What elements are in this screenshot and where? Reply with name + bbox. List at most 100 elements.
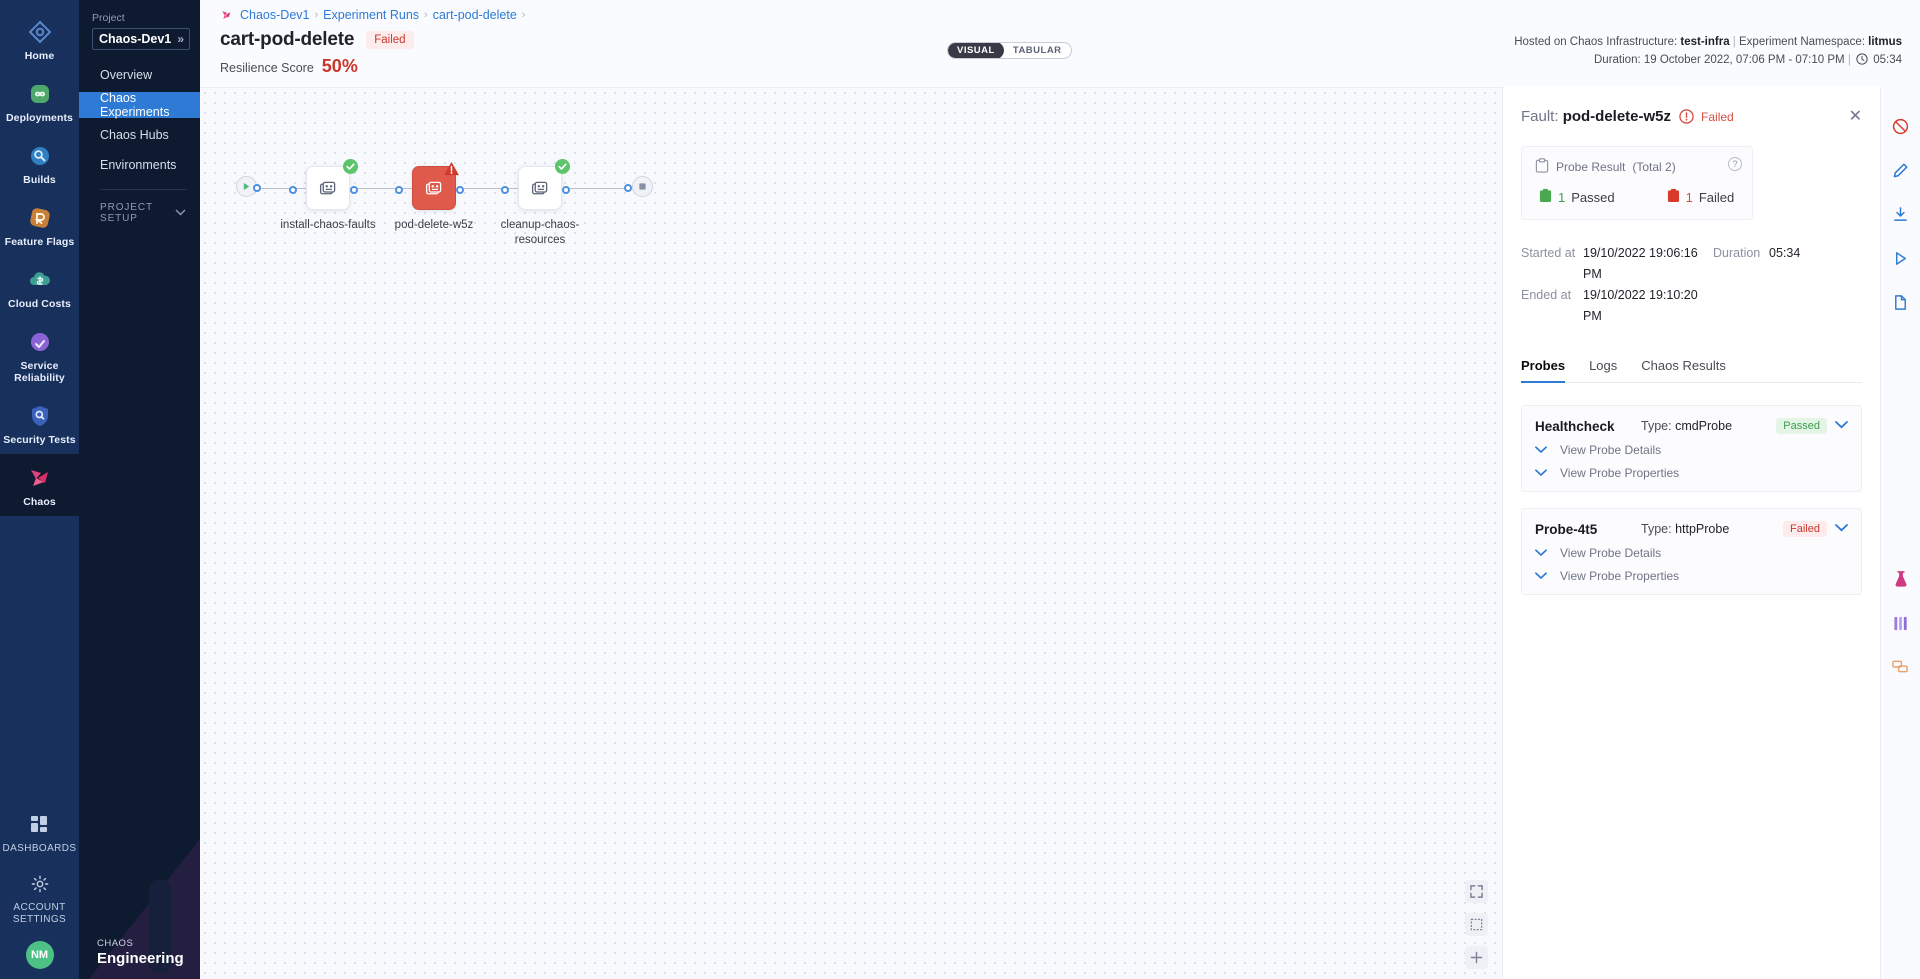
stop-experiment-icon[interactable] bbox=[1881, 104, 1920, 148]
node-install-chaos-faults[interactable]: install-chaos-faults bbox=[306, 166, 350, 210]
rail-item-cloud-costs[interactable]: Cloud Costs bbox=[0, 256, 79, 318]
chaos-probes-icon[interactable] bbox=[1881, 645, 1920, 689]
node-box[interactable] bbox=[518, 166, 562, 210]
rail-item-deployments[interactable]: Deployments bbox=[0, 70, 79, 132]
rail-label: Feature Flags bbox=[2, 236, 77, 248]
sidebar-item-label: Chaos Experiments bbox=[100, 91, 200, 119]
node-label: install-chaos-faults bbox=[278, 218, 378, 233]
probe-type-value: cmdProbe bbox=[1675, 419, 1732, 433]
chevron-down-icon[interactable] bbox=[1835, 523, 1848, 535]
toggle-tabular[interactable]: TABULAR bbox=[1004, 42, 1071, 59]
view-manifest-icon[interactable] bbox=[1881, 280, 1920, 324]
node-cleanup-chaos-resources[interactable]: cleanup-chaos-resources bbox=[518, 166, 562, 210]
sidebar-item-chaos-experiments[interactable]: Chaos Experiments bbox=[79, 92, 200, 118]
rail-item-feature-flags[interactable]: Feature Flags bbox=[0, 194, 79, 256]
rerun-experiment-icon[interactable] bbox=[1881, 236, 1920, 280]
fit-to-screen-button[interactable] bbox=[1465, 880, 1488, 903]
panel-status: Failed bbox=[1701, 110, 1734, 124]
probe-failed-stat: 1 Failed bbox=[1667, 188, 1735, 206]
rail-item-dashboards[interactable]: DASHBOARDS bbox=[0, 803, 79, 862]
sidebar-item-chaos-hubs[interactable]: Chaos Hubs bbox=[79, 122, 200, 148]
edge bbox=[570, 188, 628, 189]
rail-label: Cloud Costs bbox=[2, 298, 77, 310]
download-manifest-icon[interactable] bbox=[1881, 192, 1920, 236]
node-box[interactable] bbox=[306, 166, 350, 210]
view-probe-properties-link[interactable]: View Probe Properties bbox=[1535, 466, 1848, 480]
probe-result-card: Probe Result (Total 2) ? 1 Passed bbox=[1521, 146, 1753, 220]
rail-item-builds[interactable]: Builds bbox=[0, 132, 79, 194]
probe-result-total: (Total 2) bbox=[1632, 160, 1675, 174]
started-at-label: Started at bbox=[1521, 243, 1583, 285]
view-mode-toggle[interactable]: VISUAL TABULAR bbox=[947, 42, 1072, 59]
probe-status-badge: Failed bbox=[1783, 521, 1827, 537]
rail-item-chaos[interactable]: Chaos bbox=[0, 454, 79, 516]
node-pod-delete-w5z[interactable]: pod-delete-w5z bbox=[412, 166, 456, 210]
probe-result-header: Probe Result (Total 2) bbox=[1535, 158, 1739, 176]
close-icon[interactable]: ✕ bbox=[1849, 109, 1862, 125]
project-select-value: Chaos-Dev1 bbox=[99, 32, 171, 46]
link-label: View Probe Details bbox=[1560, 443, 1661, 457]
select-area-button[interactable] bbox=[1465, 913, 1488, 936]
ended-at-value: 19/10/2022 19:10:20 PM bbox=[1583, 285, 1713, 327]
duration-line: Duration: 19 October 2022, 07:06 PM - 07… bbox=[1514, 51, 1902, 71]
tab-chaos-results[interactable]: Chaos Results bbox=[1641, 358, 1726, 382]
tab-probes[interactable]: Probes bbox=[1521, 358, 1565, 382]
failed-status-icon bbox=[1679, 109, 1694, 124]
chevron-down-icon[interactable] bbox=[1835, 420, 1848, 432]
project-select[interactable]: Chaos-Dev1 » bbox=[92, 28, 190, 50]
probe-failed-count: 1 bbox=[1686, 190, 1693, 205]
breadcrumb-separator: › bbox=[424, 9, 428, 21]
run-times: Started at 19/10/2022 19:06:16 PM Durati… bbox=[1521, 243, 1862, 327]
chaos-faults-icon[interactable] bbox=[1881, 557, 1920, 601]
rail-label: ACCOUNT SETTINGS bbox=[2, 902, 77, 926]
rail-item-security-tests[interactable]: Security Tests bbox=[0, 392, 79, 454]
link-label: View Probe Properties bbox=[1560, 569, 1679, 583]
view-probe-details-link[interactable]: View Probe Details bbox=[1535, 443, 1848, 457]
node-label: cleanup-chaos-resources bbox=[490, 218, 590, 248]
panel-title-prefix: Fault: bbox=[1521, 108, 1559, 125]
breadcrumb-item-experiment[interactable]: cart-pod-delete bbox=[433, 8, 517, 22]
resilience-score-label: Resilience Score bbox=[220, 61, 314, 75]
tab-logs[interactable]: Logs bbox=[1589, 358, 1617, 382]
chaos-hubs-icon[interactable] bbox=[1881, 601, 1920, 645]
divider: | bbox=[1848, 54, 1851, 66]
project-setup-toggle[interactable]: PROJECT SETUP bbox=[79, 190, 200, 224]
help-icon[interactable]: ? bbox=[1728, 157, 1742, 171]
edit-experiment-icon[interactable] bbox=[1881, 148, 1920, 192]
probe-type-value: httpProbe bbox=[1675, 522, 1729, 536]
chevron-double-right-icon: » bbox=[177, 32, 184, 46]
duration-value: 05:34 bbox=[1769, 243, 1800, 285]
sidebar-item-overview[interactable]: Overview bbox=[79, 62, 200, 88]
edge bbox=[464, 188, 526, 189]
port bbox=[456, 186, 464, 194]
avatar[interactable]: NM bbox=[26, 941, 54, 969]
probe-passed-stat: 1 Passed bbox=[1539, 188, 1615, 206]
port bbox=[624, 184, 632, 192]
app-root: Home Deployments Builds Feature Flags bbox=[0, 0, 1920, 979]
experiment-graph-canvas[interactable]: install-chaos-faults pod-delete-w5z bbox=[200, 87, 1502, 979]
ended-at-label: Ended at bbox=[1521, 285, 1583, 327]
link-label: View Probe Properties bbox=[1560, 466, 1679, 480]
chaos-fault-icon bbox=[318, 178, 339, 199]
node-box[interactable] bbox=[412, 166, 456, 210]
edge bbox=[358, 188, 420, 189]
rail-item-home[interactable]: Home bbox=[0, 8, 79, 70]
rail-item-account-settings[interactable]: ACCOUNT SETTINGS bbox=[0, 862, 79, 933]
toggle-visual[interactable]: VISUAL bbox=[948, 42, 1004, 59]
breadcrumb-item-experiment-runs[interactable]: Experiment Runs bbox=[323, 8, 419, 22]
chaos-fault-icon bbox=[530, 178, 551, 199]
duration-label: Duration: bbox=[1594, 54, 1641, 66]
zoom-in-button[interactable] bbox=[1465, 946, 1488, 969]
rail-item-service-reliability[interactable]: Service Reliability bbox=[0, 318, 79, 392]
sidebar-item-environments[interactable]: Environments bbox=[79, 152, 200, 178]
chaos-fault-icon bbox=[424, 178, 445, 199]
chaos-icon bbox=[220, 9, 233, 22]
host-info: Hosted on Chaos Infrastructure: test-inf… bbox=[1514, 33, 1902, 71]
view-probe-details-link[interactable]: View Probe Details bbox=[1535, 546, 1848, 560]
view-probe-properties-link[interactable]: View Probe Properties bbox=[1535, 569, 1848, 583]
node-label: pod-delete-w5z bbox=[384, 218, 484, 233]
project-selector-block: Project Chaos-Dev1 » Overview Chaos Expe… bbox=[79, 0, 200, 224]
duration-range: 19 October 2022, 07:06 PM - 07:10 PM bbox=[1644, 54, 1845, 66]
rail-label: Builds bbox=[2, 174, 77, 186]
breadcrumb-item-project[interactable]: Chaos-Dev1 bbox=[240, 8, 309, 22]
